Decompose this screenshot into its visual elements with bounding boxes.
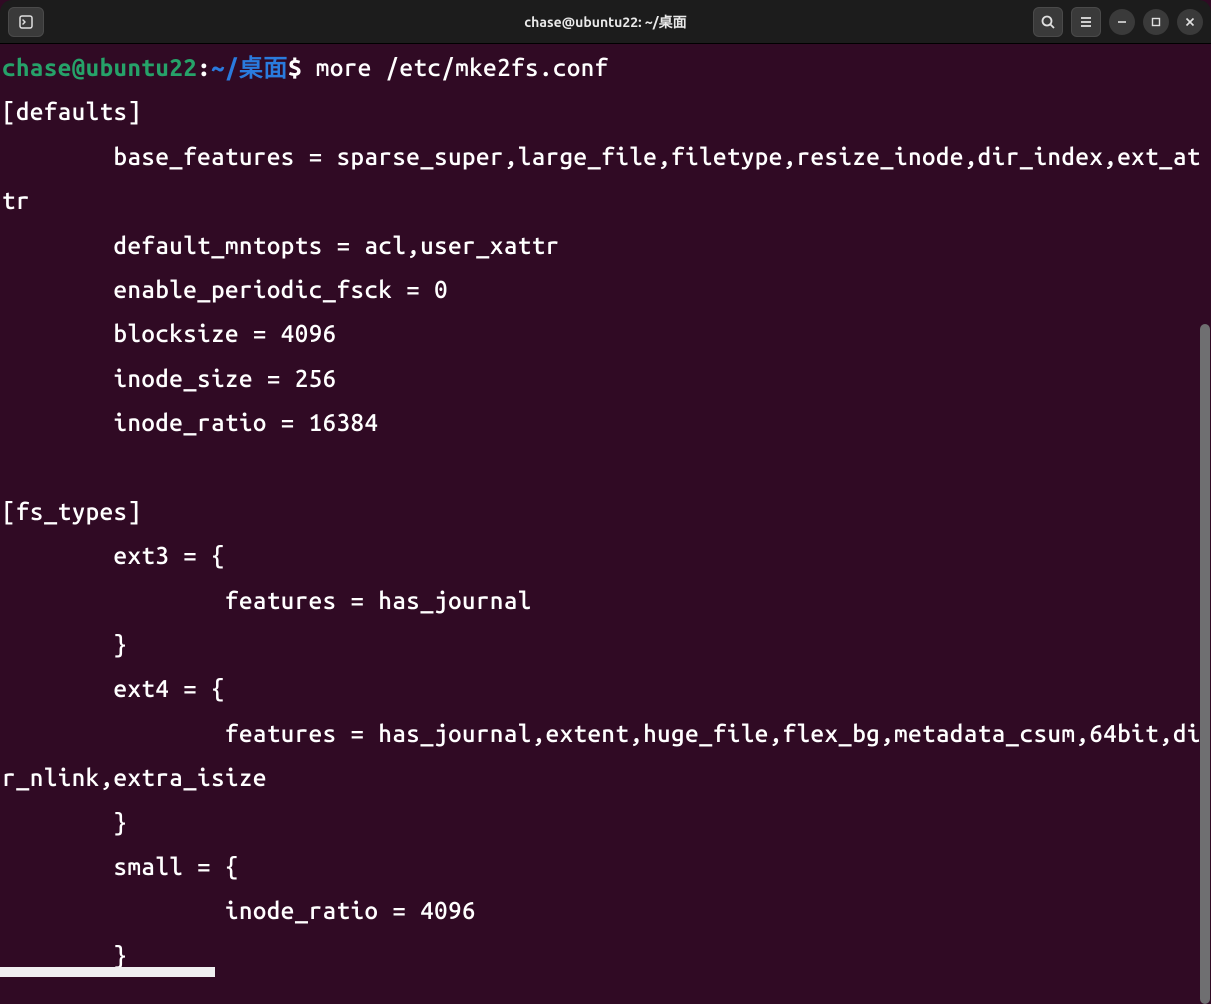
prompt-colon: : bbox=[197, 54, 211, 81]
hamburger-icon bbox=[1078, 14, 1094, 30]
prompt-user-host: chase@ubuntu22 bbox=[2, 54, 197, 81]
new-tab-button[interactable] bbox=[8, 7, 44, 37]
terminal-tab-icon bbox=[18, 14, 34, 30]
prompt-dollar: $ bbox=[288, 54, 316, 81]
window-close-button[interactable] bbox=[1177, 9, 1203, 35]
scrollbar-track[interactable] bbox=[1199, 44, 1211, 977]
maximize-icon bbox=[1151, 17, 1161, 27]
search-icon bbox=[1040, 14, 1056, 30]
hamburger-menu-button[interactable] bbox=[1071, 7, 1101, 37]
titlebar-right bbox=[1033, 7, 1203, 37]
search-button[interactable] bbox=[1033, 7, 1063, 37]
close-icon bbox=[1185, 17, 1195, 27]
window-minimize-button[interactable] bbox=[1109, 9, 1135, 35]
scrollbar-thumb[interactable] bbox=[1200, 324, 1210, 1004]
window-title: chase@ubuntu22: ~/桌面 bbox=[524, 12, 686, 32]
titlebar-left bbox=[8, 7, 44, 37]
horizontal-scrollbar-thumb[interactable] bbox=[0, 967, 215, 977]
prompt-path: ~/桌面 bbox=[211, 54, 288, 81]
command-text: more /etc/mke2fs.conf bbox=[316, 54, 609, 81]
command-output: [defaults] base_features = sparse_super,… bbox=[2, 98, 1201, 968]
minimize-icon bbox=[1117, 17, 1127, 27]
window-maximize-button[interactable] bbox=[1143, 9, 1169, 35]
terminal-content[interactable]: chase@ubuntu22:~/桌面$ more /etc/mke2fs.co… bbox=[0, 44, 1211, 978]
window-titlebar: chase@ubuntu22: ~/桌面 bbox=[0, 0, 1211, 44]
